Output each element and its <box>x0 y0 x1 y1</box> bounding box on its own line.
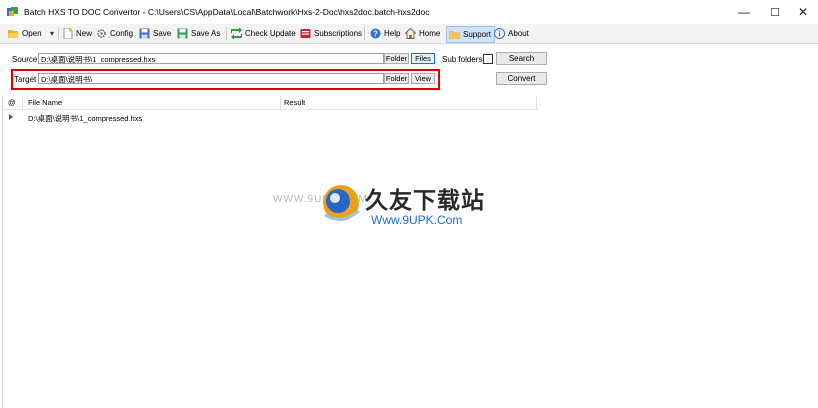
new-file-icon <box>63 28 73 39</box>
gear-icon <box>97 29 106 38</box>
new-button[interactable]: New <box>62 26 92 41</box>
list-border <box>2 96 3 408</box>
subfolders-label: Sub folders <box>442 55 483 64</box>
table-row[interactable]: D:\桌面\说明书\1_compressed.hxs <box>28 113 142 124</box>
column-file-name[interactable]: File Name <box>28 98 62 107</box>
subfolders-checkbox[interactable] <box>483 54 493 64</box>
save-label: Save <box>153 29 172 38</box>
about-button[interactable]: About <box>494 26 529 41</box>
home-label: Home <box>419 29 441 38</box>
watermark: WWW.9UPK.COM 久友下载站 Www.9UPK.Com <box>273 181 513 231</box>
column-separator <box>22 96 23 109</box>
column-separator <box>536 96 537 109</box>
app-icon <box>7 7 18 16</box>
column-result[interactable]: Result <box>284 98 305 107</box>
save-as-label: Save As <box>191 29 221 38</box>
help-icon: ? <box>370 28 381 39</box>
minimize-button[interactable]: — <box>729 0 759 24</box>
watermark-url: Www.9UPK.Com <box>371 213 463 227</box>
subscriptions-label: Subscriptions <box>314 29 363 38</box>
config-label: Config <box>110 29 134 38</box>
search-button[interactable]: Search <box>496 52 547 65</box>
row-pointer-icon <box>9 114 13 120</box>
new-label: New <box>76 29 93 38</box>
save-icon <box>139 28 150 39</box>
highlight-box <box>11 69 440 90</box>
toolbar-separator <box>58 27 59 40</box>
open-dropdown-button[interactable]: ▾ <box>50 26 54 41</box>
support-folder-icon <box>449 31 460 39</box>
check-update-label: Check Update <box>245 29 296 38</box>
file-list-header: @ File Name Result <box>3 96 538 110</box>
save-as-icon <box>177 28 188 39</box>
save-as-button[interactable]: Save As <box>177 26 220 41</box>
update-icon <box>231 28 242 39</box>
check-update-button[interactable]: Check Update <box>231 26 296 41</box>
maximize-button[interactable]: ☐ <box>760 0 790 24</box>
convert-button[interactable]: Convert <box>496 72 547 85</box>
subscriptions-button[interactable]: Subscriptions <box>300 26 362 41</box>
svg-text:?: ? <box>373 30 378 39</box>
about-label: About <box>508 29 529 38</box>
home-button[interactable]: Home <box>405 26 440 41</box>
save-button[interactable]: Save <box>139 26 171 41</box>
config-button[interactable]: Config <box>96 26 133 41</box>
subscription-icon <box>300 29 311 38</box>
watermark-title: 久友下载站 <box>365 187 485 213</box>
column-separator <box>280 96 281 109</box>
title-bar: Batch HXS TO DOC Convertor - C:\Users\CS… <box>0 0 818 24</box>
help-button[interactable]: ? Help <box>370 26 400 41</box>
source-label: Source <box>12 55 38 64</box>
column-status[interactable]: @ <box>8 98 16 107</box>
info-icon <box>494 28 505 39</box>
source-input[interactable]: D:\桌面\说明书\1_compressed.hxs <box>38 53 384 64</box>
close-button[interactable]: ✕ <box>788 0 818 24</box>
open-label: Open <box>22 29 42 38</box>
folder-open-icon <box>8 30 19 38</box>
window-title: Batch HXS TO DOC Convertor - C:\Users\CS… <box>24 7 430 17</box>
help-label: Help <box>384 29 401 38</box>
support-label: Support <box>463 30 492 39</box>
toolbar: Open ▾ New Config Save Save As Check Upd… <box>0 24 818 44</box>
toolbar-separator <box>364 27 365 40</box>
watermark-logo-icon <box>323 185 360 221</box>
home-icon <box>405 28 416 39</box>
source-folder-button[interactable]: Folder <box>384 53 409 64</box>
source-files-button[interactable]: Files <box>411 53 435 64</box>
open-button[interactable]: Open <box>8 26 42 41</box>
support-button[interactable]: Support <box>446 26 496 43</box>
toolbar-separator <box>226 27 227 40</box>
